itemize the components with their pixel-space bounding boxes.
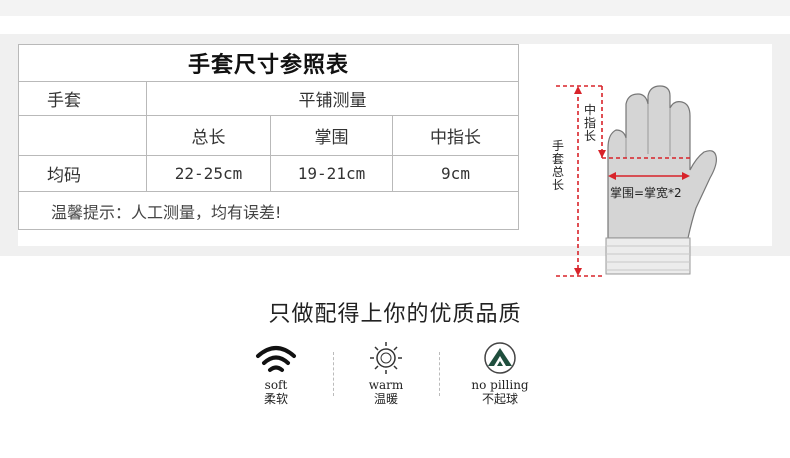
feature-soft-zh: 柔软	[263, 392, 288, 406]
feature-no-pilling-zh: 不起球	[481, 392, 518, 406]
feature-divider-1	[333, 352, 334, 396]
middle-finger-label: 中指长	[584, 103, 597, 143]
palm-formula-label: 掌围=掌宽*2	[610, 186, 682, 200]
glove-shape	[607, 85, 717, 239]
feature-divider-2	[439, 352, 440, 396]
header-flat-measure: 平铺测量	[146, 81, 519, 116]
feature-no-pilling-en: no pilling	[471, 378, 529, 392]
size-panel: 手套尺寸参照表 手套 平铺测量 总长 掌围 中指长 均码 22-25cm 19-…	[0, 34, 790, 277]
measurement-note: 温馨提示：人工测量，均有误差!	[18, 191, 519, 230]
row-label-one-size: 均码	[18, 155, 147, 192]
value-middle-finger: 9cm	[392, 155, 519, 192]
size-chart-table: 手套尺寸参照表 手套 平铺测量 总长 掌围 中指长 均码 22-25cm 19-…	[18, 44, 519, 230]
glove-diagram: 手套总长 中指长 掌围=掌宽*2	[520, 78, 772, 280]
sun-icon	[363, 340, 409, 376]
feature-no-pilling: no pilling 不起球	[450, 340, 550, 407]
feature-warm-zh: 温暖	[373, 392, 398, 406]
wifi-icon	[253, 340, 299, 376]
arrow-head-down	[574, 268, 582, 276]
arrow-head-middle	[598, 150, 606, 158]
feature-warm-en: warm	[368, 378, 404, 392]
feature-soft-en: soft	[264, 378, 288, 392]
table-title: 手套尺寸参照表	[18, 44, 519, 82]
feature-soft: soft 柔软	[226, 340, 326, 407]
glove-cuff	[605, 237, 691, 275]
col-palm: 掌围	[270, 115, 393, 156]
feature-warm: warm 温暖	[336, 340, 436, 407]
header-gloves: 手套	[18, 81, 147, 116]
top-band	[0, 0, 790, 16]
arrow-head-up	[574, 86, 582, 94]
value-palm: 19-21cm	[270, 155, 393, 192]
col-total-length: 总长	[146, 115, 271, 156]
value-total-length: 22-25cm	[146, 155, 271, 192]
quality-slogan: 只做配得上你的优质品质	[268, 302, 522, 327]
mountain-badge-icon	[477, 340, 523, 376]
total-length-label: 手套总长	[552, 139, 565, 192]
header-empty-cell	[18, 115, 147, 156]
col-middle-finger: 中指长	[392, 115, 519, 156]
